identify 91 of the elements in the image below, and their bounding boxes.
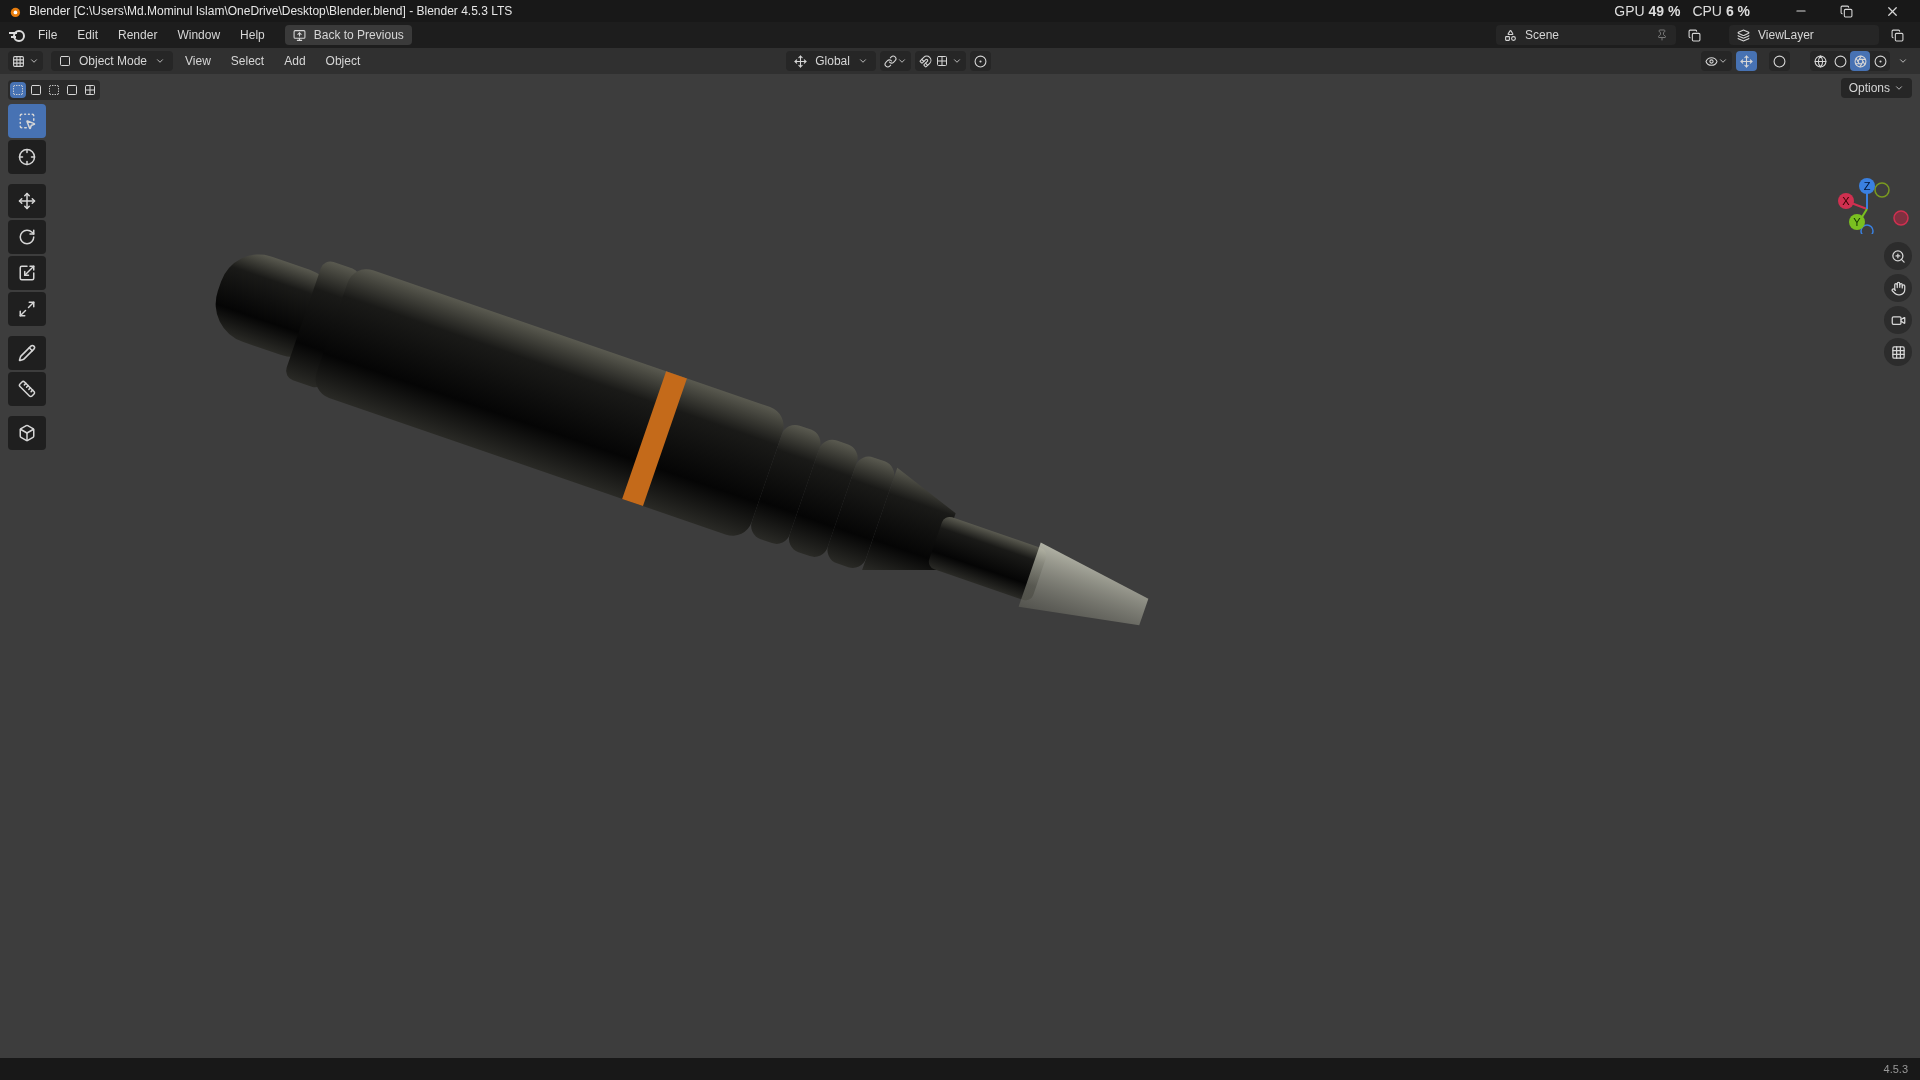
- hand-icon: [1890, 280, 1906, 296]
- zoom-button[interactable]: [1884, 242, 1912, 270]
- new-layer-icon[interactable]: [1891, 28, 1904, 42]
- material-shading-icon: [1853, 54, 1867, 68]
- mode-dropdown[interactable]: Object Mode: [51, 51, 174, 71]
- restore-icon[interactable]: [1840, 4, 1853, 18]
- menu-item[interactable]: File: [30, 24, 66, 46]
- scene-icon: [1504, 28, 1517, 42]
- magnet-icon: [918, 54, 932, 68]
- select-box-icon: [18, 112, 36, 130]
- rotate-icon: [18, 228, 36, 246]
- axis-gizmo[interactable]: X Y Z: [1832, 164, 1912, 234]
- tool-button[interactable]: [8, 416, 46, 450]
- selection-icon: [84, 84, 96, 96]
- overlay-icon: [1773, 54, 1786, 68]
- pan-button[interactable]: [1884, 274, 1912, 302]
- link-icon: [883, 54, 897, 68]
- tool-button[interactable]: [8, 336, 46, 370]
- move-icon: [18, 192, 36, 210]
- usage-readout: CPU 6 %: [1692, 1, 1750, 21]
- overlay-button[interactable]: [1769, 51, 1790, 71]
- tool-button[interactable]: [8, 292, 46, 326]
- select-mode-button[interactable]: [46, 82, 62, 98]
- caret-icon: [1718, 56, 1728, 66]
- window-title: Blender [C:\Users\Md.Mominul Islam\OneDrive\Desktop\Blender.blend] - Blender 4.5.3 LTS: [29, 3, 513, 20]
- back-to-previous-button[interactable]: Back to Previous: [284, 25, 412, 45]
- version-label: 4.5.3: [1883, 1061, 1908, 1077]
- menu-item[interactable]: Add: [276, 51, 314, 71]
- snap-button[interactable]: [914, 51, 966, 71]
- pin-icon: [1656, 29, 1668, 41]
- shading-button[interactable]: [1850, 51, 1870, 71]
- menu-item[interactable]: Window: [169, 24, 229, 46]
- caret-icon: [155, 56, 166, 66]
- rendered-shading-icon: [1873, 54, 1887, 68]
- crosshair-icon: [18, 148, 36, 166]
- cube-icon: [18, 424, 36, 442]
- perspective-button[interactable]: [1884, 338, 1912, 366]
- select-mode-button[interactable]: [82, 82, 98, 98]
- tool-button[interactable]: [8, 140, 46, 174]
- options-dropdown[interactable]: Options: [1840, 78, 1912, 98]
- gizmo-toggle[interactable]: [1736, 51, 1757, 71]
- wireframe-shading-icon: [1813, 54, 1827, 68]
- tool-button[interactable]: [8, 256, 46, 290]
- proportional-edit-button[interactable]: [969, 51, 991, 71]
- editor-icon: [12, 54, 25, 68]
- caret-icon: [951, 56, 962, 66]
- target-icon: [973, 54, 987, 68]
- scale-icon: [18, 264, 36, 282]
- grid-icon: [935, 55, 948, 67]
- pencil-icon: [18, 344, 36, 362]
- caret-icon: [1894, 83, 1904, 93]
- caret-icon: [29, 56, 39, 66]
- zoom-icon: [1890, 248, 1906, 264]
- caret-icon: [896, 56, 907, 66]
- view-layer-name: ViewLayer: [1758, 27, 1815, 44]
- selection-icon: [48, 84, 60, 96]
- menu-item[interactable]: View: [177, 51, 219, 71]
- scene-name: Scene: [1525, 27, 1561, 44]
- editor-type-button[interactable]: [8, 51, 43, 71]
- orientation-dropdown[interactable]: Global: [786, 51, 876, 71]
- menu-item[interactable]: Edit: [69, 24, 107, 46]
- ruler-icon: [18, 380, 36, 398]
- selection-icon: [66, 84, 78, 96]
- visibility-button[interactable]: [1701, 51, 1732, 71]
- tool-button[interactable]: [8, 184, 46, 218]
- menu-item[interactable]: Object: [317, 51, 369, 71]
- usage-readout: GPU 49 %: [1614, 1, 1681, 21]
- mode-icon: [59, 55, 71, 67]
- pivot-button[interactable]: [879, 51, 911, 71]
- select-mode-button[interactable]: [10, 82, 26, 98]
- menu-item[interactable]: Render: [110, 24, 166, 46]
- eye-icon: [1705, 54, 1718, 68]
- select-mode-button[interactable]: [28, 82, 44, 98]
- solid-shading-icon: [1833, 54, 1847, 68]
- grid-icon: [1890, 344, 1906, 360]
- selection-icon: [12, 84, 24, 96]
- caret-icon[interactable]: [1898, 56, 1908, 66]
- view-layer-selector[interactable]: ViewLayer: [1729, 25, 1879, 45]
- layers-icon: [1737, 28, 1750, 42]
- transform-icon: [18, 300, 36, 318]
- tool-button[interactable]: [8, 220, 46, 254]
- tool-button[interactable]: [8, 372, 46, 406]
- select-mode-button[interactable]: [64, 82, 80, 98]
- caret-icon: [857, 56, 868, 66]
- selection-icon: [30, 84, 42, 96]
- menu-item[interactable]: Select: [222, 51, 273, 71]
- new-scene-icon[interactable]: [1688, 28, 1701, 42]
- menu-item[interactable]: Help: [232, 24, 273, 46]
- monitor-icon: [292, 28, 306, 42]
- camera-button[interactable]: [1884, 306, 1912, 334]
- scene-selector[interactable]: Scene: [1496, 25, 1676, 45]
